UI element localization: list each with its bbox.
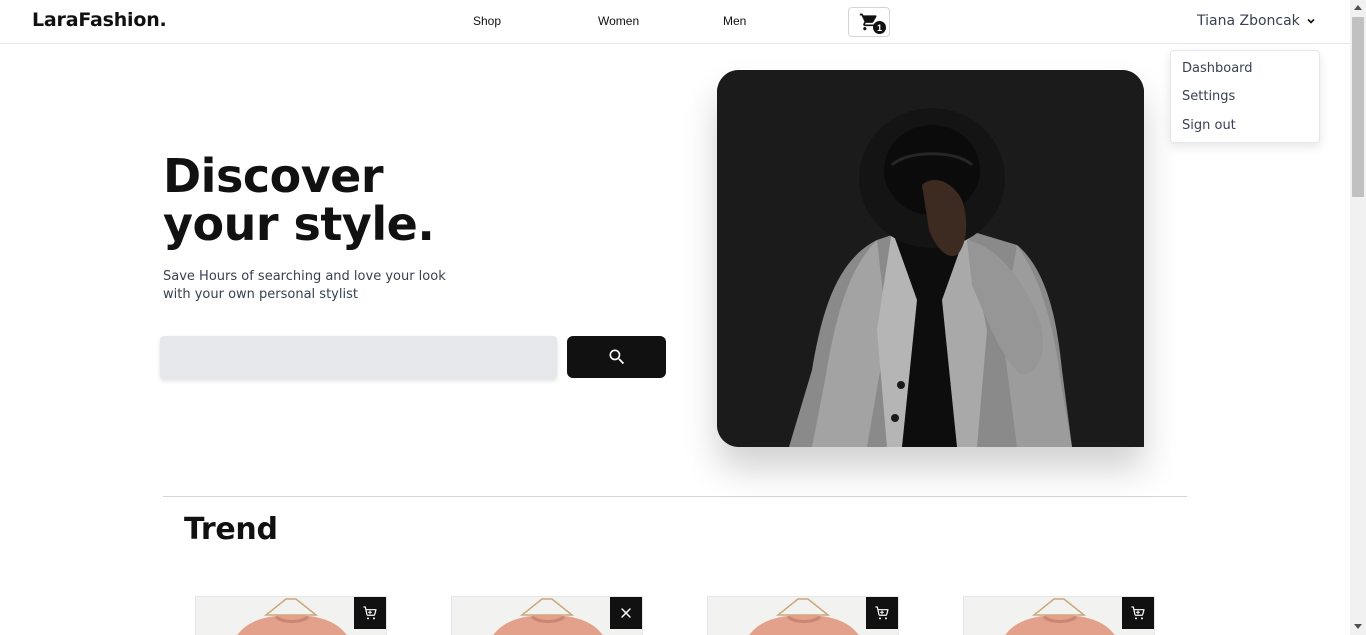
user-name: Tiana Zboncak [1197, 13, 1300, 29]
hero-subtitle: Save Hours of searching and love your lo… [163, 269, 446, 302]
add-to-cart-button[interactable] [1122, 597, 1154, 629]
cart-icon [1131, 606, 1145, 620]
add-to-cart-button[interactable] [866, 597, 898, 629]
scroll-down-arrow-icon[interactable] [1354, 624, 1362, 629]
dropdown-item-sign-out[interactable]: Sign out [1182, 118, 1236, 133]
page-scrollbar[interactable] [1350, 0, 1366, 635]
nav-link-women[interactable]: Women [598, 14, 639, 28]
cart-button[interactable]: 1 [848, 7, 890, 37]
add-to-cart-button[interactable] [354, 597, 386, 629]
hero-title-line-1: Discover [163, 149, 384, 203]
chevron-down-icon [1307, 18, 1315, 24]
nav-link-men[interactable]: Men [723, 14, 746, 28]
user-menu-toggle[interactable]: Tiana Zboncak [1197, 13, 1316, 29]
search-button[interactable] [567, 336, 666, 378]
hero-image [717, 70, 1144, 447]
hero-title: Discover your style. [163, 149, 435, 251]
search-icon [609, 349, 624, 365]
user-dropdown: Dashboard Settings Sign out [1170, 50, 1320, 143]
navbar: LaraFashion. Shop Women Men 1 Tiana Zbon… [0, 0, 1350, 44]
nav-link-shop[interactable]: Shop [473, 14, 501, 28]
cart-icon [875, 606, 889, 620]
scroll-up-arrow-icon[interactable] [1354, 5, 1362, 10]
search-input[interactable] [160, 336, 557, 379]
site-logo[interactable]: LaraFashion. [32, 9, 167, 31]
dropdown-item-settings[interactable]: Settings [1182, 89, 1235, 104]
hero-title-line-2: your style. [163, 197, 435, 251]
trend-title: Trend [184, 512, 278, 547]
dropdown-item-dashboard[interactable]: Dashboard [1182, 61, 1253, 76]
cart-icon [363, 606, 377, 620]
remove-from-cart-button[interactable] [610, 597, 642, 629]
scrollbar-thumb[interactable] [1352, 17, 1364, 197]
close-icon [621, 608, 631, 618]
cart-count-badge: 1 [873, 21, 886, 34]
section-divider [163, 496, 1187, 497]
